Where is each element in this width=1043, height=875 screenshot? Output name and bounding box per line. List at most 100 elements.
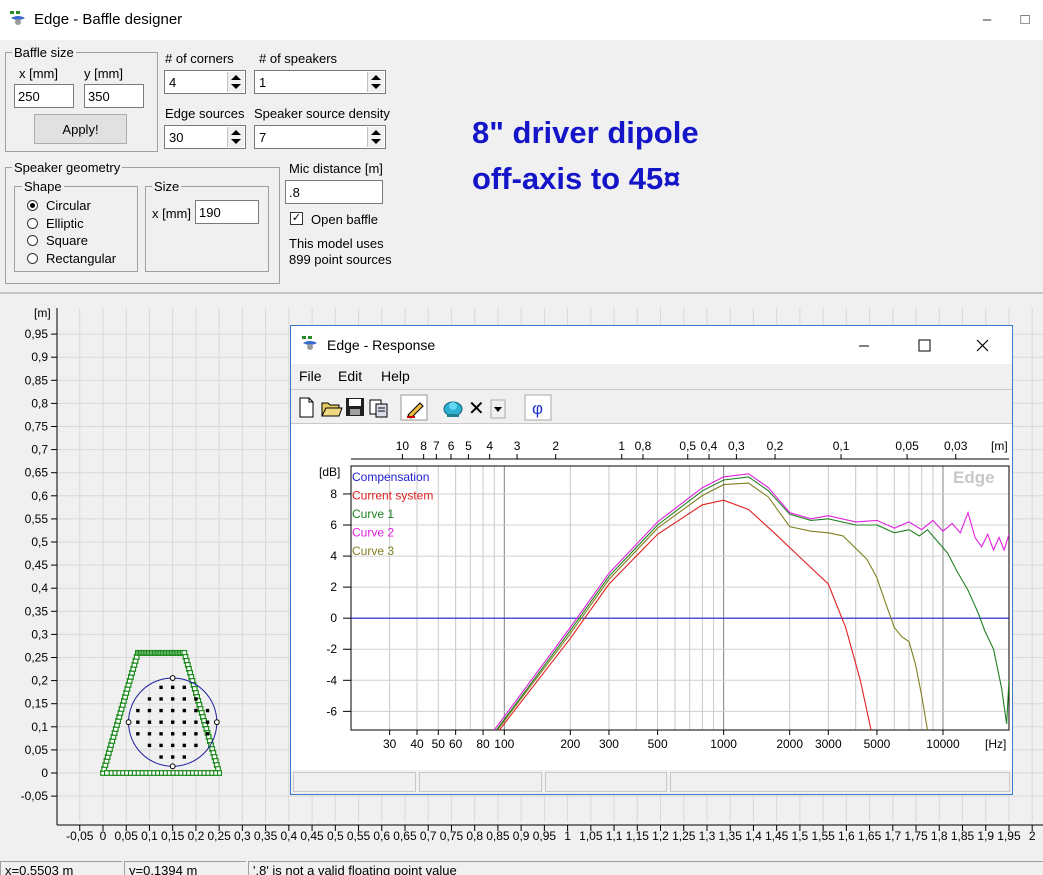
y-tick-label: -2	[326, 642, 337, 656]
speakers-value: 1	[259, 75, 267, 90]
speaker-source	[170, 685, 175, 690]
response-window-controls[interactable]	[857, 336, 1007, 356]
speaker-source	[170, 697, 175, 701]
mic-distance-input[interactable]: .8	[285, 180, 383, 204]
speaker-source	[147, 743, 152, 748]
density-spinner[interactable]: 7	[254, 125, 386, 149]
speakers-spin-arrows[interactable]	[367, 72, 384, 92]
y-tick-label: 0,4	[31, 581, 48, 595]
speaker-source	[147, 697, 152, 701]
window-title: Edge - Baffle designer	[34, 11, 183, 28]
y-tick-label: 6	[330, 518, 337, 532]
x-tick-label: 1,05	[579, 829, 603, 843]
y-tick-label: 0,5	[31, 535, 48, 549]
top-tick-label: 0,2	[767, 439, 784, 453]
radio-elliptic[interactable]	[27, 218, 38, 229]
speaker-source	[182, 685, 187, 690]
speaker-source	[159, 755, 163, 759]
top-tick-label: 2	[552, 439, 559, 453]
baffle-x-input[interactable]: 250	[14, 84, 74, 108]
x-tick-label: 1000	[710, 737, 737, 751]
radio-square[interactable]	[27, 235, 38, 246]
x-tick-label: 50	[432, 737, 446, 751]
speaker-edge-point	[213, 719, 220, 726]
edge-sources-spin-arrows[interactable]	[227, 127, 244, 147]
y-tick-label: 2	[330, 580, 337, 594]
open-baffle-checkbox[interactable]: ✓	[290, 212, 303, 225]
legend-item: Curve 3	[352, 544, 394, 558]
y-tick-label: 0	[330, 611, 337, 625]
x-tick-label: 1,85	[951, 829, 975, 843]
x-tick-label: -0,05	[66, 829, 94, 843]
x-tick-label: 500	[648, 737, 668, 751]
density-label: Speaker source density	[254, 106, 390, 121]
corners-spin-arrows[interactable]	[227, 72, 244, 92]
speaker-source	[194, 720, 198, 724]
shape-square-label: Square	[46, 233, 88, 248]
speaker-source	[205, 732, 210, 736]
speakers-spinner[interactable]: 1	[254, 70, 386, 94]
edge-sources-value: 30	[169, 130, 184, 145]
x-tick-label: 10000	[926, 737, 960, 751]
size-x-input[interactable]: 190	[195, 200, 259, 224]
response-chart[interactable]: 10 8 7 6 5 4 3 2 1 0,8 0,5 0,4 0,3 0,2 0,1 0,05 0,03 [m][…	[291, 424, 1012, 770]
x-tick-label: 3000	[815, 737, 842, 751]
corners-spinner[interactable]: 4	[164, 70, 246, 94]
speaker-source	[182, 732, 187, 736]
speaker-source	[159, 685, 163, 690]
top-tick-label: 5	[465, 439, 472, 453]
y-tick-label: 0,1	[31, 720, 48, 734]
baffle-y-label: y [mm]	[84, 66, 123, 81]
x-tick-label: 1,1	[606, 829, 623, 843]
edge-sources-spinner[interactable]: 30	[164, 125, 246, 149]
status-x: x=0,5503 m	[0, 861, 122, 875]
x-tick-label: 0,3	[234, 829, 251, 843]
speaker-source	[170, 755, 175, 759]
x-tick-label: 1,95	[997, 829, 1021, 843]
response-close-button	[976, 339, 989, 352]
speaker-source	[170, 708, 175, 713]
y-tick-label: 0,3	[31, 627, 48, 641]
plot-unit: [m]	[34, 306, 51, 320]
y-tick-label: 0,55	[25, 512, 49, 526]
legend-item: Compensation	[352, 470, 429, 484]
radio-rectangular[interactable]	[27, 253, 38, 264]
open-icon	[321, 402, 343, 417]
baffle-y-input[interactable]: 350	[84, 84, 144, 108]
minimize-button[interactable]: –	[972, 6, 1002, 32]
mic-distance-label: Mic distance [m]	[289, 161, 383, 176]
speaker-edge-point	[125, 719, 132, 726]
response-title: Edge - Response	[327, 337, 436, 353]
menu-help[interactable]: Help	[381, 368, 410, 384]
speaker-source	[205, 720, 210, 724]
y-tick-label: 0,2	[31, 674, 48, 688]
menu-file[interactable]: File	[299, 368, 322, 384]
top-tick-label: 6	[448, 439, 455, 453]
x-tick-label: 1	[564, 829, 571, 843]
y-tick-label: 0,7	[31, 443, 48, 457]
y-tick-label: 8	[330, 487, 337, 501]
apply-button[interactable]: Apply!	[34, 114, 127, 144]
shape-elliptic-label: Elliptic	[46, 216, 84, 231]
x-tick-label: 1,8	[931, 829, 948, 843]
x-unit: [Hz]	[985, 737, 1006, 751]
top-tick-label: 0,8	[635, 439, 652, 453]
x-tick-label: 0,2	[188, 829, 205, 843]
response-window[interactable]: Edge - Response File Edit Help ✕ φ 10 8 7 6…	[290, 325, 1013, 795]
shape-circular-label: Circular	[46, 198, 91, 213]
density-spin-arrows[interactable]	[367, 127, 384, 147]
speaker-source	[182, 755, 187, 759]
x-tick-label: 100	[494, 737, 514, 751]
y-tick-label: 0,35	[25, 604, 49, 618]
dropdown-icon	[490, 399, 506, 419]
model-info-line1: This model uses	[289, 236, 384, 251]
radio-circular[interactable]	[27, 200, 38, 211]
response-toolbar[interactable]: ✕ φ	[295, 394, 565, 422]
maximize-button[interactable]: □	[1010, 6, 1040, 32]
y-tick-label: 0,05	[25, 743, 49, 757]
speaker-icon	[443, 401, 463, 417]
speaker-source	[194, 708, 198, 713]
corners-label: # of corners	[165, 51, 234, 66]
legend-item: Current system	[352, 489, 433, 503]
menu-edit[interactable]: Edit	[338, 368, 362, 384]
